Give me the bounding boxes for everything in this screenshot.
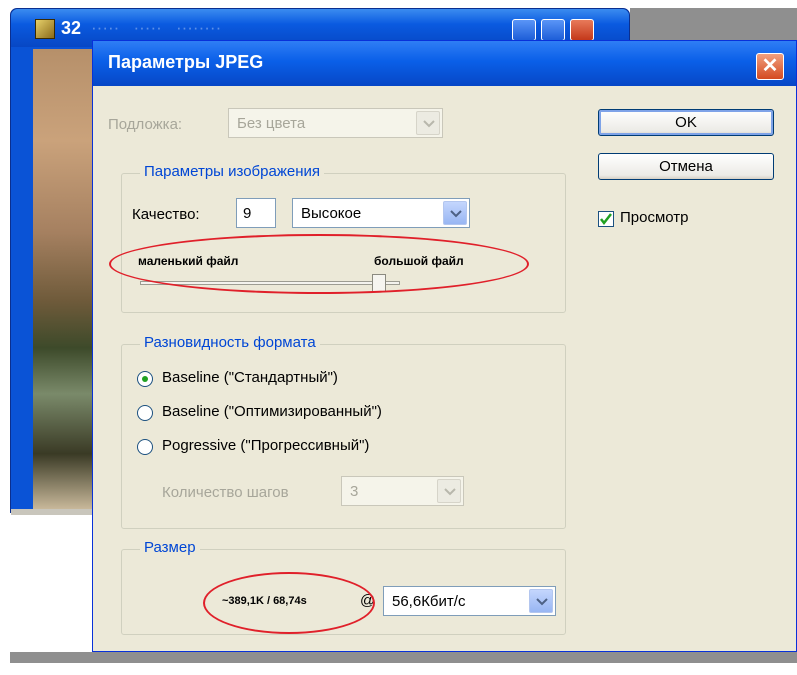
jpeg-options-dialog: Параметры JPEG ✕ Подложка: Без цвета Пар… (92, 40, 797, 652)
radio-progressive[interactable] (137, 439, 153, 455)
connection-speed-value: 56,6Кбит/с (392, 593, 466, 610)
option-baseline-standard[interactable]: Baseline ("Стандартный") (162, 369, 338, 386)
photoshop-document-icon (35, 19, 55, 39)
matte-value: Без цвета (237, 115, 306, 132)
quality-preset-value: Высокое (301, 205, 362, 222)
matte-select: Без цвета (228, 108, 443, 138)
dialog-titlebar: Параметры JPEG ✕ (93, 41, 796, 86)
checkmark-icon (600, 213, 612, 226)
option-progressive[interactable]: Pogressive ("Прогрессивный") (162, 437, 369, 454)
radio-baseline-optimized[interactable] (137, 405, 153, 421)
quality-preset-select[interactable]: Высокое (292, 198, 470, 228)
radio-baseline-standard[interactable] (137, 371, 153, 387)
close-icon[interactable]: ✕ (756, 53, 784, 80)
image-options-title: Параметры изображения (140, 163, 324, 180)
scans-value: 3 (350, 483, 359, 500)
chevron-down-icon (437, 479, 461, 503)
background-window-title-blur: ····· ····· ········ (91, 18, 222, 37)
chevron-down-icon (416, 111, 440, 135)
format-options-title: Разновидность формата (140, 334, 320, 351)
scans-label: Количество шагов (162, 484, 289, 501)
desktop-background-bottom (10, 652, 797, 663)
quality-input[interactable]: 9 (236, 198, 276, 228)
background-close-icon[interactable] (570, 19, 594, 41)
preview-label[interactable]: Просмотр (620, 209, 689, 226)
matte-label: Подложка: (108, 116, 183, 133)
format-options-group: Разновидность формата Baseline ("Стандар… (121, 334, 566, 529)
dialog-title: Параметры JPEG (108, 52, 264, 72)
connection-speed-select[interactable]: 56,6Кбит/с (383, 586, 556, 616)
background-window-title: 32 (61, 18, 82, 38)
chevron-down-icon[interactable] (529, 589, 553, 613)
quality-value: 9 (243, 205, 252, 222)
annotation-ellipse-estimate (203, 572, 375, 634)
ok-button[interactable]: OK (598, 109, 774, 136)
quality-label: Качество: (132, 206, 200, 223)
window-statusbar (11, 509, 99, 515)
scans-select: 3 (341, 476, 464, 506)
cancel-button[interactable]: Отмена (598, 153, 774, 180)
preview-checkbox[interactable] (598, 211, 614, 227)
maximize-icon[interactable] (541, 19, 565, 41)
chevron-down-icon[interactable] (443, 201, 467, 225)
option-baseline-optimized[interactable]: Baseline ("Оптимизированный") (162, 403, 382, 420)
annotation-ellipse-file-size (109, 234, 529, 294)
minimize-icon[interactable] (512, 19, 536, 41)
size-title: Размер (140, 539, 200, 556)
